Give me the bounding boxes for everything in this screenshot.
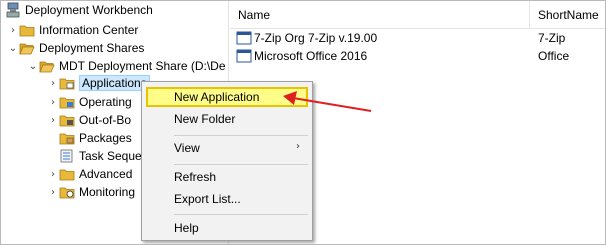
tree-item-label: Out-of-Bo bbox=[79, 113, 132, 127]
application-icon bbox=[236, 47, 254, 65]
open-folder-icon bbox=[39, 58, 55, 74]
column-header-shortname[interactable]: ShortName bbox=[538, 1, 599, 29]
open-folder-icon bbox=[19, 40, 35, 56]
menu-item-export-list[interactable]: Export List... bbox=[146, 189, 308, 209]
chevron-right-icon[interactable]: › bbox=[7, 21, 19, 39]
column-header-name[interactable]: Name bbox=[238, 1, 270, 29]
chevron-right-icon[interactable]: › bbox=[47, 93, 59, 111]
chevron-right-icon[interactable]: › bbox=[47, 183, 59, 201]
application-name: Microsoft Office 2016 bbox=[254, 49, 368, 63]
tree-item-label: Deployment Workbench bbox=[25, 3, 153, 17]
menu-item-new-application[interactable]: New Application bbox=[146, 87, 308, 107]
chevron-right-icon[interactable]: › bbox=[47, 111, 59, 129]
tree-item-label: Advanced bbox=[79, 167, 133, 181]
menu-item-new-folder[interactable]: New Folder bbox=[146, 109, 308, 129]
chevron-right-icon: › bbox=[296, 141, 300, 152]
tree-item-label: Deployment Shares bbox=[39, 41, 145, 55]
tree-item-label: Task Seque bbox=[79, 149, 142, 163]
folder-icon bbox=[59, 112, 75, 128]
list-item[interactable]: 7-Zip Org 7-Zip v.19.00 7-Zip bbox=[230, 29, 605, 47]
task-sequence-icon bbox=[59, 148, 75, 164]
menu-item-label: New Folder bbox=[174, 112, 236, 126]
application-name: 7-Zip Org 7-Zip v.19.00 bbox=[254, 31, 378, 45]
application-shortname: 7-Zip bbox=[538, 31, 566, 45]
menu-item-label: Refresh bbox=[174, 170, 217, 184]
menu-item-view[interactable]: View › bbox=[146, 138, 308, 158]
tree-item-out-of-box-drivers[interactable]: › Out-of-Bo bbox=[47, 111, 131, 129]
tree-item-label: MDT Deployment Share (D:\De bbox=[59, 59, 226, 73]
tree-item-label: Operating bbox=[79, 95, 132, 109]
tree-item-applications[interactable]: › Applications bbox=[47, 74, 150, 92]
tree-item-label: Information Center bbox=[39, 23, 139, 37]
menu-item-label: New Application bbox=[174, 90, 260, 104]
folder-icon bbox=[19, 22, 35, 38]
folder-icon bbox=[59, 166, 75, 182]
tree-item-deployment-workbench[interactable]: Deployment Workbench bbox=[5, 1, 153, 19]
monitoring-icon bbox=[59, 184, 75, 200]
tree-item-operating-systems[interactable]: › Operating bbox=[47, 93, 132, 111]
tree-item-monitoring[interactable]: › Monitoring bbox=[47, 183, 135, 201]
tree-item-label: Packages bbox=[79, 131, 132, 145]
mdt-window: Deployment Workbench › Information Cente… bbox=[0, 0, 606, 245]
packages-folder-icon bbox=[59, 130, 75, 146]
folder-icon bbox=[59, 94, 75, 110]
tree-item-label: Applications bbox=[79, 75, 150, 91]
menu-separator bbox=[174, 135, 308, 136]
workbench-icon bbox=[5, 2, 21, 18]
menu-item-label: Help bbox=[174, 221, 199, 235]
column-divider[interactable] bbox=[529, 1, 530, 29]
chevron-right-icon[interactable]: › bbox=[47, 165, 59, 183]
chevron-down-icon[interactable]: ⌄ bbox=[27, 57, 39, 75]
menu-item-help[interactable]: Help bbox=[146, 218, 308, 238]
application-icon bbox=[236, 29, 254, 47]
tree-item-advanced-configuration[interactable]: › Advanced bbox=[47, 165, 132, 183]
tree-item-packages[interactable]: Packages bbox=[47, 129, 132, 147]
application-shortname: Office bbox=[538, 49, 570, 63]
list-header: Name ShortName bbox=[230, 1, 605, 29]
tree-item-label: Monitoring bbox=[79, 185, 136, 199]
menu-item-label: Export List... bbox=[174, 192, 241, 206]
list-item[interactable]: Microsoft Office 2016 Office bbox=[230, 47, 605, 65]
tree-item-deployment-shares[interactable]: ⌄ Deployment Shares bbox=[7, 39, 145, 57]
applications-folder-icon bbox=[59, 75, 75, 91]
tree-item-mdt-deployment-share[interactable]: ⌄ MDT Deployment Share (D:\De bbox=[27, 57, 226, 75]
context-menu: New Application New Folder View › Refres… bbox=[141, 81, 313, 241]
menu-separator bbox=[174, 164, 308, 165]
tree-item-information-center[interactable]: › Information Center bbox=[7, 21, 138, 39]
menu-separator bbox=[174, 214, 308, 215]
menu-item-refresh[interactable]: Refresh bbox=[146, 167, 308, 187]
menu-item-label: View bbox=[174, 141, 200, 155]
chevron-down-icon[interactable]: ⌄ bbox=[7, 39, 19, 57]
chevron-right-icon[interactable]: › bbox=[47, 74, 59, 92]
tree-item-task-sequences[interactable]: Task Seque bbox=[47, 147, 142, 165]
